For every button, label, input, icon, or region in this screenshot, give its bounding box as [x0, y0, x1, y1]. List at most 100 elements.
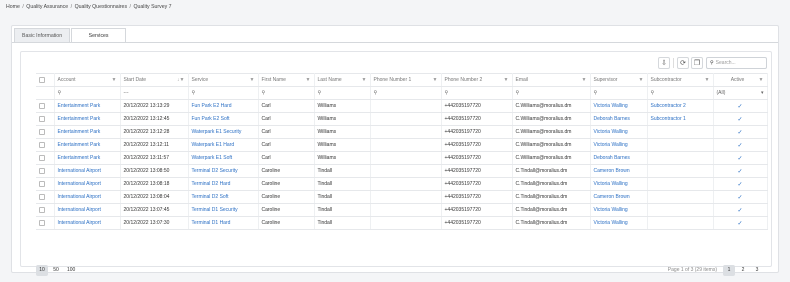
cell-subcontractor[interactable] — [647, 164, 714, 178]
column-header-active[interactable]: Active ▼ — [713, 73, 768, 87]
refresh-button[interactable]: ⟳ — [677, 57, 689, 69]
breadcrumb-home[interactable]: Home — [6, 4, 20, 10]
cell-supervisor[interactable]: Deborah Barnes — [590, 112, 648, 126]
filter-icon[interactable]: ▼ — [705, 77, 710, 83]
column-header-last-name[interactable]: Last Name ▼ — [314, 73, 371, 87]
cell-account[interactable]: Entertainment Park — [54, 125, 121, 139]
row-checkbox[interactable] — [39, 141, 45, 148]
filter-icon[interactable]: ▼ — [433, 77, 438, 83]
row-checkbox[interactable] — [39, 102, 45, 109]
filter-last-name[interactable]: ⚲ — [314, 86, 371, 100]
cell-subcontractor[interactable] — [647, 138, 714, 152]
cell-subcontractor[interactable] — [647, 177, 714, 191]
filter-account[interactable]: ⚲ — [54, 86, 121, 100]
table-row[interactable]: International Airport 20/12/2022 13:08:04… — [36, 190, 768, 204]
filter-supervisor[interactable]: ⚲ — [590, 86, 648, 100]
filter-icon[interactable]: ▼ — [362, 77, 367, 83]
filter-icon[interactable]: ▼ — [250, 77, 255, 83]
cell-service[interactable]: Terminal D2 Soft — [188, 190, 259, 204]
sort-filter-icon[interactable]: ↓▼ — [177, 77, 184, 83]
table-row[interactable]: Entertainment Park 20/12/2022 13:12:45 Fun… — [36, 112, 768, 126]
cell-subcontractor[interactable]: Subcontractor 2 — [647, 99, 714, 113]
cell-service[interactable]: Terminal D2 Security — [188, 164, 259, 178]
cell-supervisor[interactable]: Victoria Walling — [590, 177, 648, 191]
select-all-checkbox[interactable] — [39, 76, 45, 83]
cell-subcontractor[interactable] — [647, 190, 714, 204]
filter-icon[interactable]: ▼ — [306, 77, 311, 83]
row-checkbox[interactable] — [39, 193, 45, 200]
cell-account[interactable]: International Airport — [54, 177, 121, 191]
table-row[interactable]: International Airport 20/12/2022 13:08:18… — [36, 177, 768, 191]
tab-services[interactable]: Services — [71, 28, 127, 42]
cell-account[interactable]: Entertainment Park — [54, 151, 121, 165]
cell-account[interactable]: Entertainment Park — [54, 138, 121, 152]
cell-service[interactable]: Waterpark E1 Hard — [188, 138, 259, 152]
row-checkbox[interactable] — [39, 154, 45, 161]
cell-account[interactable]: Entertainment Park — [54, 99, 121, 113]
page-3-button[interactable]: 3 — [751, 265, 763, 276]
column-header-supervisor[interactable]: Supervisor ▼ — [590, 73, 648, 87]
table-row[interactable]: International Airport 20/12/2022 13:07:45… — [36, 203, 768, 217]
table-row[interactable]: Entertainment Park 20/12/2022 13:13:29 Fun… — [36, 99, 768, 113]
cell-account[interactable]: International Airport — [54, 190, 121, 204]
column-chooser-button[interactable]: ⇩ — [658, 57, 670, 69]
cell-supervisor[interactable]: Victoria Walling — [590, 203, 648, 217]
filter-phone-1[interactable]: ⚲ — [370, 86, 442, 100]
cell-service[interactable]: Waterpark E1 Soft — [188, 151, 259, 165]
table-row[interactable]: Entertainment Park 20/12/2022 13:11:57 Wat… — [36, 151, 768, 165]
cell-subcontractor[interactable] — [647, 216, 714, 230]
column-header-start-date[interactable]: Start Date ↓▼ — [120, 73, 189, 87]
filter-start-date[interactable]: --- — [120, 86, 189, 100]
cell-account[interactable]: International Airport — [54, 216, 121, 230]
filter-phone-2[interactable]: ⚲ — [441, 86, 513, 100]
filter-icon[interactable]: ▼ — [504, 77, 509, 83]
row-checkbox[interactable] — [39, 115, 45, 122]
filter-active-select[interactable]: (All) ▾ — [713, 86, 768, 100]
filter-subcontractor[interactable]: ⚲ — [647, 86, 714, 100]
cell-service[interactable]: Terminal D2 Hard — [188, 177, 259, 191]
page-size-100[interactable]: 100 — [64, 265, 78, 276]
filter-icon[interactable]: ▼ — [582, 77, 587, 83]
cell-subcontractor[interactable]: Subcontractor 1 — [647, 112, 714, 126]
cell-service[interactable]: Fun Park E2 Soft — [188, 112, 259, 126]
column-header-subcontractor[interactable]: Subcontractor ▼ — [647, 73, 714, 87]
cell-supervisor[interactable]: Victoria Walling — [590, 125, 648, 139]
filter-first-name[interactable]: ⚲ — [258, 86, 315, 100]
row-checkbox[interactable] — [39, 128, 45, 135]
filter-email[interactable]: ⚲ — [512, 86, 591, 100]
filter-icon[interactable]: ▼ — [112, 77, 117, 83]
column-header-first-name[interactable]: First Name ▼ — [258, 73, 315, 87]
cell-service[interactable]: Waterpark E1 Security — [188, 125, 259, 139]
table-row[interactable]: International Airport 20/12/2022 13:07:30… — [36, 216, 768, 230]
page-size-10[interactable]: 10 — [36, 264, 48, 276]
table-row[interactable]: Entertainment Park 20/12/2022 13:12:11 Wat… — [36, 138, 768, 152]
table-row[interactable]: Entertainment Park 20/12/2022 13:12:28 Wat… — [36, 125, 768, 139]
cell-supervisor[interactable]: Victoria Walling — [590, 99, 648, 113]
cell-supervisor[interactable]: Cameron Brown — [590, 164, 648, 178]
column-header-service[interactable]: Service ▼ — [188, 73, 259, 87]
column-header-account[interactable]: Account ▼ — [54, 73, 121, 87]
filter-service[interactable]: ⚲ — [188, 86, 259, 100]
row-checkbox[interactable] — [39, 206, 45, 213]
column-header-phone-1[interactable]: Phone Number 1 ▼ — [370, 73, 442, 87]
copy-button[interactable]: ❐ — [691, 57, 703, 69]
breadcrumb-quality-assurance[interactable]: Quality Assurance — [26, 4, 68, 10]
row-checkbox[interactable] — [39, 219, 45, 226]
cell-account[interactable]: International Airport — [54, 203, 121, 217]
column-header-email[interactable]: Email ▼ — [512, 73, 591, 87]
cell-service[interactable]: Fun Park E2 Hard — [188, 99, 259, 113]
breadcrumb-quality-questionnaires[interactable]: Quality Questionnaires — [75, 4, 127, 10]
cell-subcontractor[interactable] — [647, 151, 714, 165]
row-checkbox[interactable] — [39, 180, 45, 187]
cell-supervisor[interactable]: Cameron Brown — [590, 190, 648, 204]
filter-icon[interactable]: ▼ — [639, 77, 644, 83]
cell-account[interactable]: International Airport — [54, 164, 121, 178]
cell-service[interactable]: Terminal D1 Security — [188, 203, 259, 217]
tab-basic-information[interactable]: Basic Information — [14, 28, 71, 42]
row-checkbox[interactable] — [39, 167, 45, 174]
cell-supervisor[interactable]: Victoria Walling — [590, 216, 648, 230]
search-input[interactable] — [715, 60, 762, 66]
filter-icon[interactable]: ▼ — [759, 77, 764, 83]
cell-subcontractor[interactable] — [647, 203, 714, 217]
cell-supervisor[interactable]: Deborah Barnes — [590, 151, 648, 165]
